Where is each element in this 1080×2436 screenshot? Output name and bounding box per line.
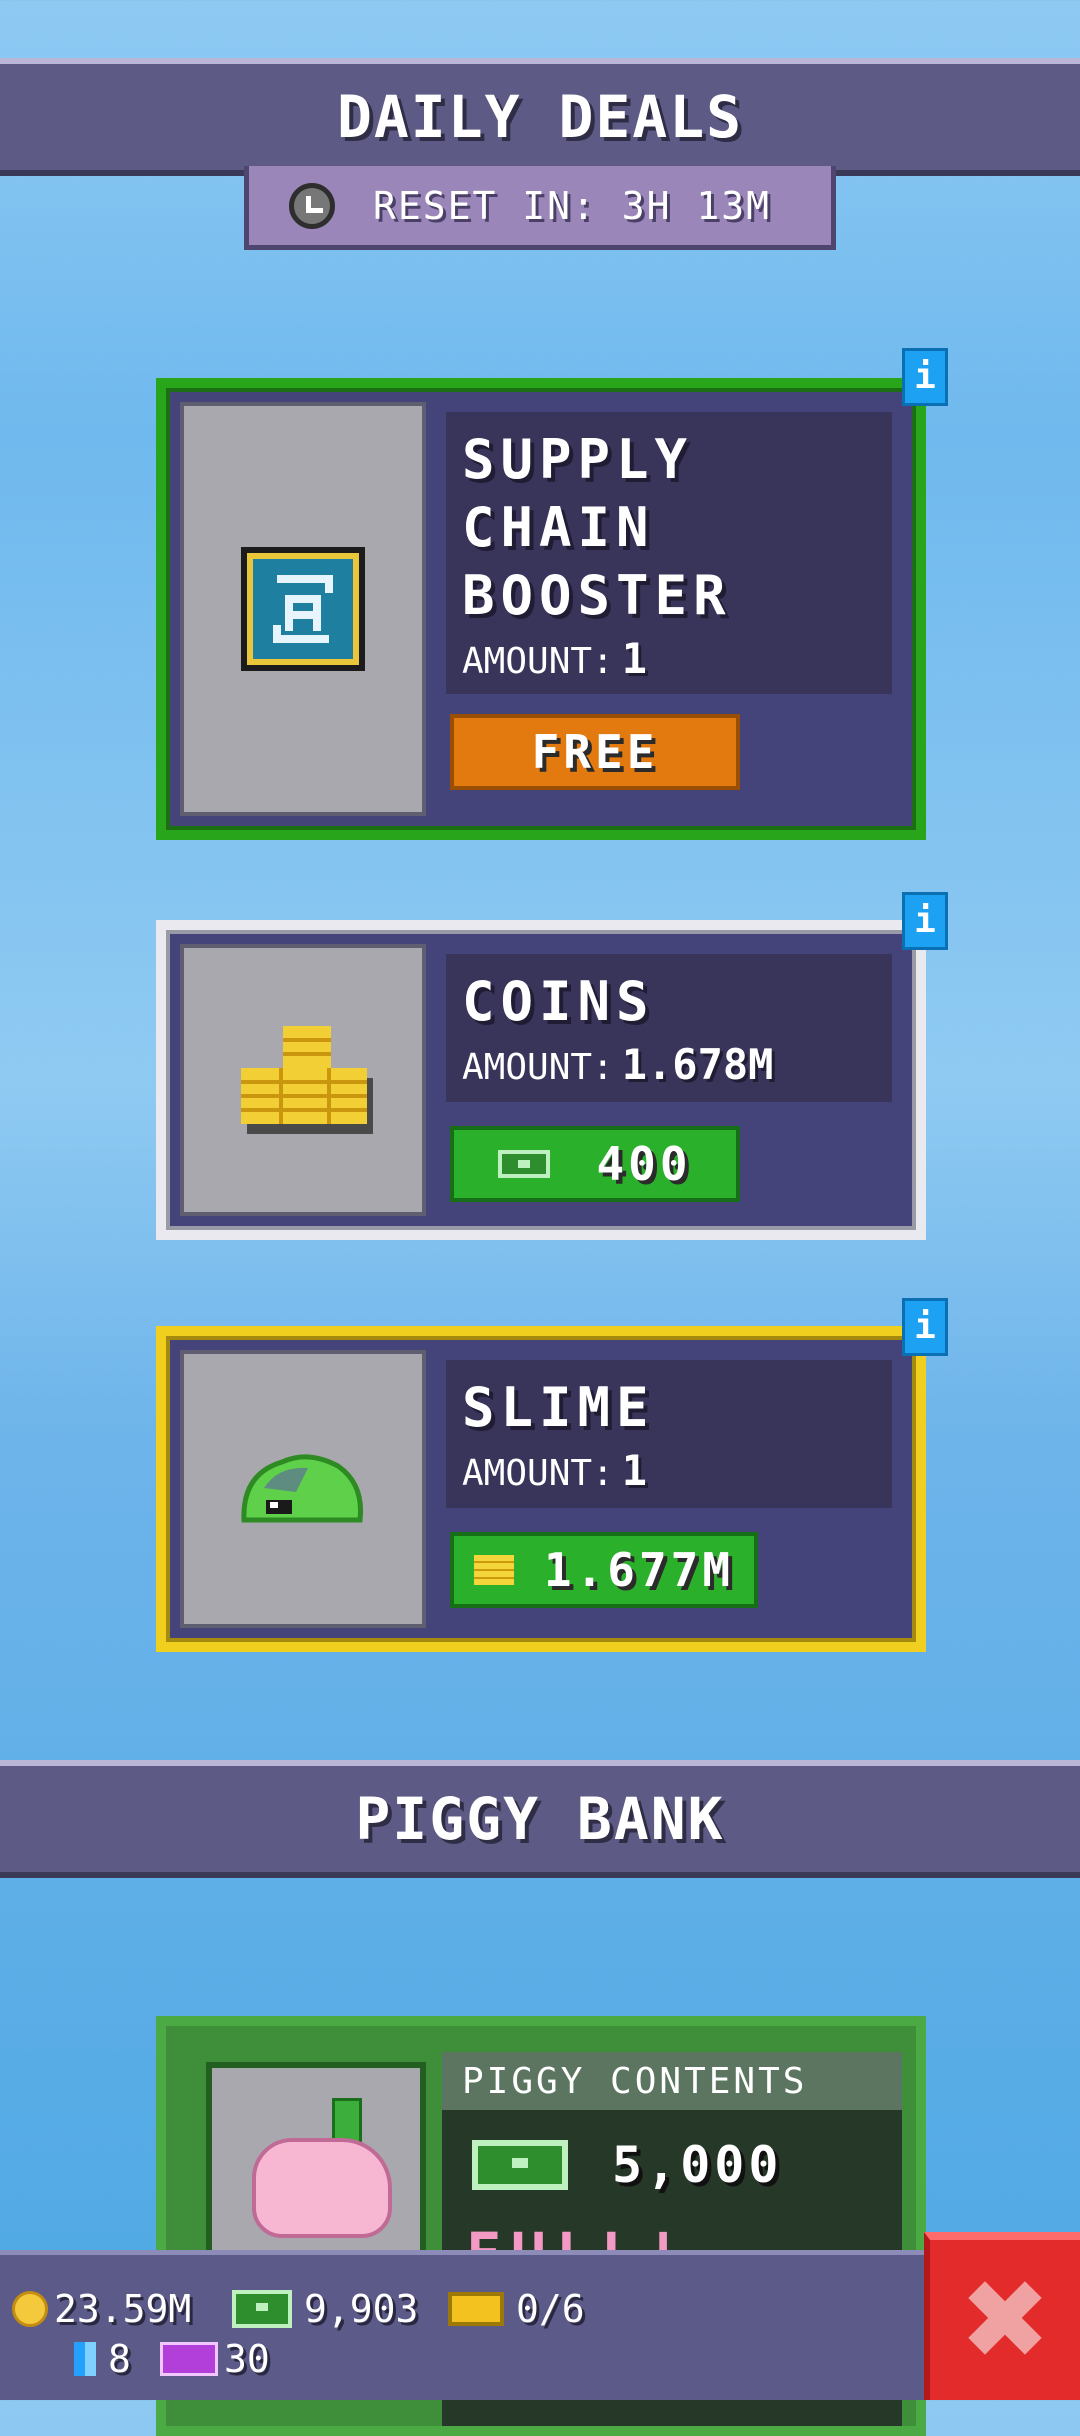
amount-label: AMOUNT: [462, 1047, 614, 1088]
deal-amount-row: AMOUNT: 1 [462, 634, 876, 683]
reset-timer-text: RESET IN: 3H 13M [373, 183, 772, 228]
deal-item-name: SLIME [462, 1376, 655, 1439]
free-button[interactable]: FREE [450, 714, 740, 790]
price-label: FREE [531, 725, 659, 779]
gems-value: 8 [108, 2337, 131, 2381]
pig-icon [252, 2138, 392, 2238]
coins-counter: 23.59M [12, 2287, 191, 2331]
slime-icon [241, 1454, 364, 1523]
resource-bar: 23.59M 9,903 0/6 8 30 [0, 2250, 924, 2400]
tickets-value: 0/6 [516, 2287, 585, 2331]
purple-value: 30 [224, 2337, 270, 2381]
coin-icon [12, 2291, 48, 2327]
close-button[interactable]: ✖ [924, 2232, 1080, 2400]
info-icon[interactable]: i [902, 892, 948, 950]
piggy-contents-label: PIGGY CONTENTS [462, 2060, 808, 2102]
cash-counter: 9,903 [232, 2287, 418, 2331]
deal-item-name: SUPPLY CHAIN BOOSTER [462, 428, 732, 627]
coin-stack-icon [241, 1026, 373, 1134]
piggy-amount-row: 5,000 [472, 2136, 783, 2194]
info-icon[interactable]: i [902, 348, 948, 406]
deal-image-box [180, 944, 426, 1216]
cash-icon [472, 2140, 568, 2190]
daily-deals-title: DAILY DEALS [336, 83, 744, 151]
deal-card-supply-chain-booster[interactable]: SUPPLY CHAIN BOOSTER AMOUNT: 1 FREE [156, 378, 926, 840]
deal-amount-row: AMOUNT: 1.678M [462, 1040, 876, 1089]
gem-icon [74, 2342, 96, 2376]
cash-value: 9,903 [304, 2287, 419, 2331]
deal-amount-row: AMOUNT: 1 [462, 1446, 876, 1495]
daily-deals-banner: DAILY DEALS [0, 58, 1080, 176]
buy-coins-button[interactable]: 400 [450, 1126, 740, 1202]
reset-timer: RESET IN: 3H 13M [244, 166, 836, 250]
cash-icon [232, 2290, 292, 2328]
cash-icon [498, 1150, 551, 1178]
deal-info-panel: SUPPLY CHAIN BOOSTER AMOUNT: 1 [446, 412, 892, 694]
gems-counter: 8 [74, 2337, 131, 2381]
close-icon: ✖ [958, 2256, 1052, 2384]
amount-value: 1 [621, 1446, 648, 1495]
clock-icon [289, 182, 335, 229]
purple-ticket-counter: 30 [160, 2337, 270, 2381]
deal-item-name: COINS [462, 970, 655, 1033]
piggy-amount: 5,000 [612, 2136, 783, 2194]
ticket-icon [448, 2292, 504, 2326]
price-label: 1.677M [543, 1543, 735, 1597]
piggy-bank-banner: PIGGY BANK [0, 1760, 1080, 1878]
info-icon[interactable]: i [902, 1298, 948, 1356]
tickets-counter: 0/6 [448, 2287, 585, 2331]
deal-image-box [180, 402, 426, 816]
deal-card-coins[interactable]: COINS AMOUNT: 1.678M 400 [156, 920, 926, 1240]
amount-value: 1 [621, 634, 648, 683]
deal-info-panel: SLIME AMOUNT: 1 [446, 1360, 892, 1508]
amount-value: 1.678M [621, 1040, 774, 1089]
deal-info-panel: COINS AMOUNT: 1.678M [446, 954, 892, 1102]
coins-value: 23.59M [54, 2287, 192, 2331]
deal-image-box [180, 1350, 426, 1628]
amount-label: AMOUNT: [462, 641, 614, 682]
coin-stack-icon [473, 1555, 514, 1585]
purple-ticket-icon [160, 2342, 218, 2376]
deal-card-slime[interactable]: SLIME AMOUNT: 1 1.677M [156, 1326, 926, 1652]
supply-chain-booster-icon [241, 547, 365, 671]
price-label: 400 [596, 1137, 692, 1191]
piggy-bank-title: PIGGY BANK [355, 1785, 725, 1853]
amount-label: AMOUNT: [462, 1453, 614, 1494]
buy-slime-button[interactable]: 1.677M [450, 1532, 758, 1608]
piggy-contents-header: PIGGY CONTENTS [442, 2052, 902, 2110]
